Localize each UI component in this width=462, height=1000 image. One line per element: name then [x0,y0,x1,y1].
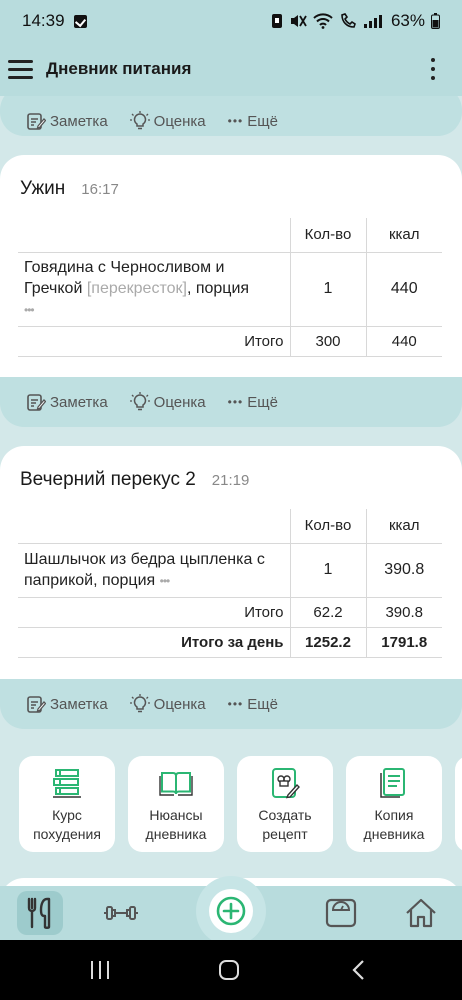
mute-icon [290,15,307,27]
food-name[interactable]: Говядина с Черносливом и Гречкой [перекр… [18,251,291,327]
hamburger-menu-icon[interactable] [8,54,38,84]
total-row: Итого 62.2 390.8 [18,596,442,628]
home-icon [406,898,436,928]
diary-content[interactable]: Заметка Оценка ••• Ещё Ужин 16:17 Кол-во… [0,96,462,886]
meal-time[interactable]: 16:17 [81,181,119,198]
lightbulb-icon [129,111,150,130]
meal-card-dinner: Ужин 16:17 Кол-во ккал Говядина с Чернос… [0,155,462,380]
col-food-header [18,218,291,253]
meal-time[interactable]: 21:19 [212,472,250,489]
notification-check-icon [73,14,87,28]
ellipsis-icon: ••• [227,114,244,128]
status-bar: 14:39 63% [0,0,462,42]
shortcut-create-recipe[interactable]: Создать рецепт [237,756,333,852]
note-icon [27,113,46,130]
wifi-icon [313,13,333,29]
food-kcal: 440 [365,251,442,327]
ellipsis-icon: ••• [24,303,35,317]
shortcut-partial[interactable] [455,756,462,852]
nav-home[interactable] [398,886,444,940]
meal-actions-bar: Заметка Оценка ••• Ещё [0,96,462,136]
col-qty-header: Кол-во [289,509,367,544]
lightbulb-icon [129,694,150,713]
nav-food-diary[interactable] [17,891,63,935]
page-title: Дневник питания [46,59,192,78]
col-qty-header: Кол-во [289,218,367,253]
col-kcal-header: ккал [365,509,442,544]
lightbulb-icon [129,392,150,411]
shortcut-diary-copy[interactable]: Копия дневника [346,756,442,852]
scale-icon [325,898,357,928]
total-label: Итого [18,325,291,357]
total-kcal: 390.8 [365,596,442,628]
ellipsis-icon: ••• [227,697,244,711]
workout-icon [104,906,138,920]
system-navigation-bar [0,940,462,1000]
day-total-label: Итого за день [18,626,291,658]
call-icon [341,13,356,28]
total-row: Итого 300 440 [18,325,442,357]
app-bar: Дневник питания [0,42,462,96]
note-icon [27,394,46,411]
bottom-navigation [0,876,462,946]
home-button-icon[interactable] [217,958,241,982]
meal-table: Кол-во ккал Говядина с Черносливом и Гре… [18,218,442,357]
more-actions-button[interactable]: ••• Ещё [228,696,278,713]
food-diary-icon [27,897,51,929]
ellipsis-icon: ••• [159,573,171,588]
more-actions-button[interactable]: ••• Ещё [228,394,278,411]
back-icon[interactable] [348,958,372,982]
total-label: Итого [18,596,291,628]
day-total-qty: 1252.2 [289,626,367,658]
col-food-header [18,509,291,544]
add-icon [216,896,246,926]
copy-diary-icon [380,768,405,798]
table-row[interactable]: Говядина с Черносливом и Гречкой [перекр… [18,251,442,327]
shortcut-diary-nuances[interactable]: Нюансы дневника [128,756,224,852]
col-kcal-header: ккал [365,218,442,253]
food-qty[interactable]: 1 [289,251,367,327]
rating-button[interactable]: Оценка [129,111,206,131]
note-button[interactable]: Заметка [26,111,108,131]
rating-button[interactable]: Оценка [129,694,206,714]
total-qty: 62.2 [289,596,367,628]
more-options-icon[interactable] [418,54,448,84]
note-button[interactable]: Заметка [26,392,108,412]
more-actions-button[interactable]: ••• Ещё [228,113,278,130]
ellipsis-icon: ••• [227,395,244,409]
recipe-icon [272,768,300,799]
day-total-kcal: 1791.8 [365,626,442,658]
meal-name[interactable]: Ужин [20,178,65,200]
status-indicators: 63% [271,11,440,31]
shortcut-weight-loss-course[interactable]: Курс похудения [19,756,115,852]
meal-name[interactable]: Вечерний перекус 2 [20,469,196,491]
meal-actions-bar: Заметка Оценка ••• Ещё [0,679,462,729]
total-kcal: 440 [365,325,442,357]
meal-actions-bar: Заметка Оценка ••• Ещё [0,377,462,427]
rating-button[interactable]: Оценка [129,392,206,412]
open-book-icon [159,772,193,796]
add-button[interactable] [196,876,266,946]
status-time: 14:39 [22,11,65,30]
meal-card-snack: Вечерний перекус 2 21:19 Кол-во ккал Шаш… [0,446,462,681]
food-qty[interactable]: 1 [289,542,367,598]
nav-weight[interactable] [318,886,364,940]
day-total-row: Итого за день 1252.2 1791.8 [18,626,442,658]
battery-percent: 63% [390,11,425,30]
meal-header: Ужин 16:17 [20,178,119,200]
recent-apps-icon[interactable] [88,958,112,982]
food-name[interactable]: Шашлычок из бедра цыпленка с паприкой, п… [18,542,291,598]
note-button[interactable]: Заметка [26,694,108,714]
note-icon [27,696,46,713]
meal-header: Вечерний перекус 2 21:19 [20,469,249,491]
nav-workouts[interactable] [98,886,144,940]
signal-icon [363,15,382,28]
total-qty: 300 [289,325,367,357]
sync-icon [271,14,282,28]
food-kcal: 390.8 [365,542,442,598]
table-row[interactable]: Шашлычок из бедра цыпленка с паприкой, п… [18,542,442,598]
books-icon [53,769,81,798]
battery-icon [431,13,440,29]
meal-table: Кол-во ккал Шашлычок из бедра цыпленка с… [18,509,442,658]
